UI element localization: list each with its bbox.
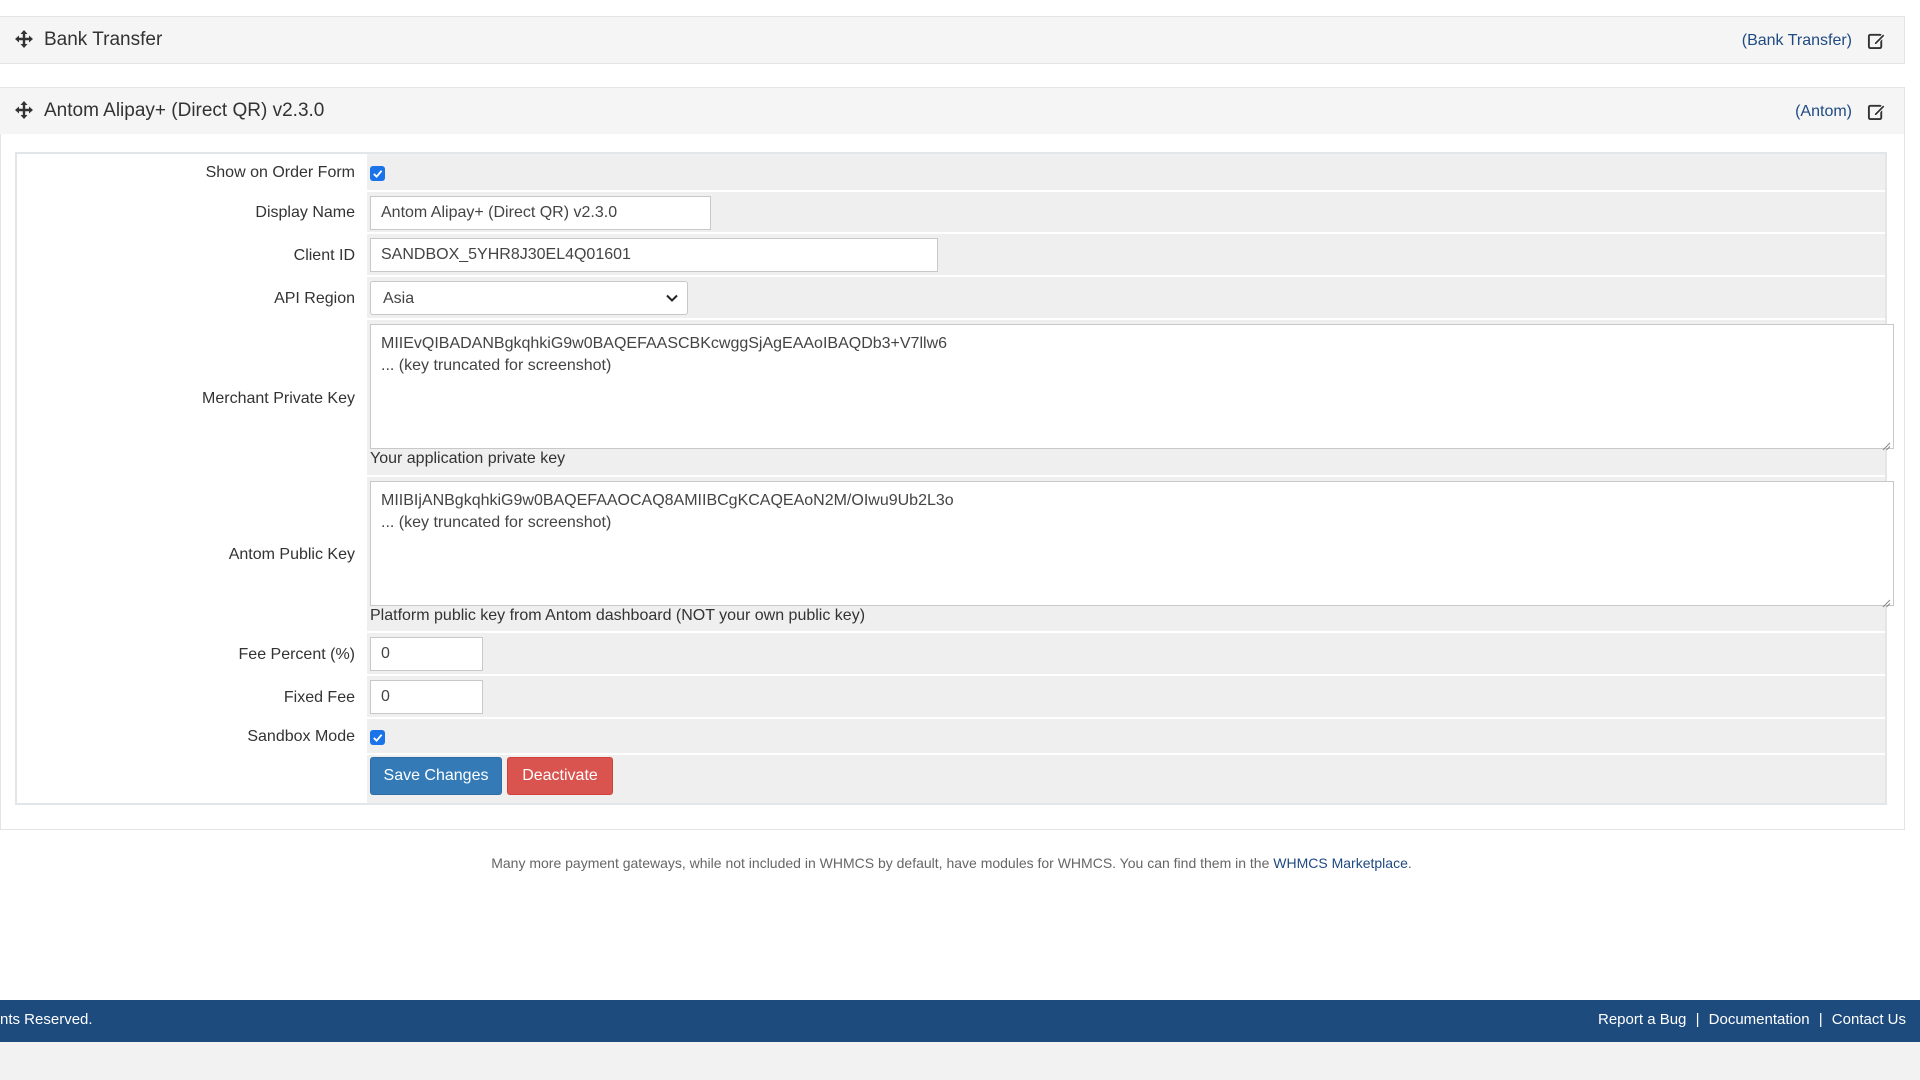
field-label: Fee Percent (%)	[17, 633, 355, 676]
field-label: API Region	[17, 277, 355, 320]
field-help-text: Your application private key	[370, 450, 566, 467]
gateway-title: Antom Alipay+ (Direct QR) v2.3.0	[44, 100, 325, 121]
row-fixed-fee: Fixed Fee 0	[17, 676, 1885, 719]
field-label: Sandbox Mode	[17, 719, 355, 755]
resize-grip-icon[interactable]	[1881, 593, 1891, 608]
whmcs-marketplace-link[interactable]: WHMCS Marketplace	[1273, 855, 1408, 871]
row-client-id: Client ID SANDBOX_5YHR8J30EL4Q01601	[17, 234, 1885, 277]
report-bug-link[interactable]: Report a Bug	[1598, 1011, 1686, 1028]
merchant-private-key-textarea[interactable]: MIIEvQIBADANBgkqhkiG9w0BAQEFAASCBKcwggSj…	[370, 324, 1894, 451]
resize-grip-icon[interactable]	[1881, 436, 1891, 451]
gateway-display-link[interactable]: (Bank Transfer)	[1742, 32, 1852, 50]
api-region-value: Asia	[383, 290, 415, 307]
row-sandbox-mode: Sandbox Mode	[17, 719, 1885, 755]
field-label: Show on Order Form	[17, 154, 355, 192]
fixed-fee-input[interactable]: 0	[370, 680, 483, 714]
field-label: Fixed Fee	[17, 676, 355, 719]
deactivate-button[interactable]: Deactivate	[507, 757, 613, 795]
display-name-input[interactable]: Antom Alipay+ (Direct QR) v2.3.0	[370, 196, 711, 230]
gateway-display-link[interactable]: (Antom)	[1795, 103, 1852, 121]
row-antom-public-key: Antom Public Key MIIBIjANBgkqhkiG9w0BAQE…	[17, 477, 1894, 633]
field-label: Client ID	[17, 234, 355, 277]
field-label: Merchant Private Key	[17, 320, 355, 477]
row-display-name: Display Name Antom Alipay+ (Direct QR) v…	[17, 192, 1885, 234]
edit-icon[interactable]	[1867, 102, 1886, 121]
page-bottom-area	[0, 1042, 1920, 1080]
sandbox-mode-checkbox[interactable]	[370, 730, 385, 745]
api-region-select[interactable]: Asia	[370, 281, 688, 315]
page-footer: nts Reserved. Report a Bug | Documentati…	[0, 1000, 1920, 1042]
move-icon[interactable]	[14, 29, 34, 49]
footer-separator: |	[1818, 1011, 1823, 1028]
row-show-on-order-form: Show on Order Form	[17, 154, 1885, 192]
copyright-text: nts Reserved.	[0, 1011, 93, 1028]
antom-public-key-textarea[interactable]: MIIBIjANBgkqhkiG9w0BAQEFAAOCAQ8AMIIBCgKC…	[370, 481, 1894, 608]
show-on-order-form-checkbox[interactable]	[370, 166, 385, 181]
row-fee-percent: Fee Percent (%) 0	[17, 633, 1885, 676]
row-merchant-private-key: Merchant Private Key MIIEvQIBADANBgkqhki…	[17, 320, 1894, 477]
chevron-down-icon	[665, 291, 679, 305]
documentation-link[interactable]: Documentation	[1709, 1011, 1810, 1028]
fee-percent-input[interactable]: 0	[370, 637, 483, 671]
marketplace-note: Many more payment gateways, while not in…	[491, 855, 1412, 871]
footer-separator: |	[1695, 1011, 1700, 1028]
field-label: Antom Public Key	[17, 477, 355, 633]
gateway-panel-bank-transfer: Bank Transfer (Bank Transfer)	[0, 16, 1905, 64]
gateway-title: Bank Transfer	[44, 29, 163, 50]
contact-us-link[interactable]: Contact Us	[1832, 1011, 1906, 1028]
save-changes-button[interactable]: Save Changes	[370, 757, 502, 795]
field-label: Display Name	[17, 192, 355, 234]
move-icon[interactable]	[14, 100, 34, 120]
edit-icon[interactable]	[1867, 31, 1886, 50]
field-help-text: Platform public key from Antom dashboard…	[370, 607, 866, 624]
client-id-input[interactable]: SANDBOX_5YHR8J30EL4Q01601	[370, 238, 938, 272]
row-api-region: API Region Asia	[17, 277, 1885, 320]
gateway-panel-antom: Antom Alipay+ (Direct QR) v2.3.0 (Antom)	[0, 87, 1905, 135]
row-actions	[17, 755, 1885, 803]
